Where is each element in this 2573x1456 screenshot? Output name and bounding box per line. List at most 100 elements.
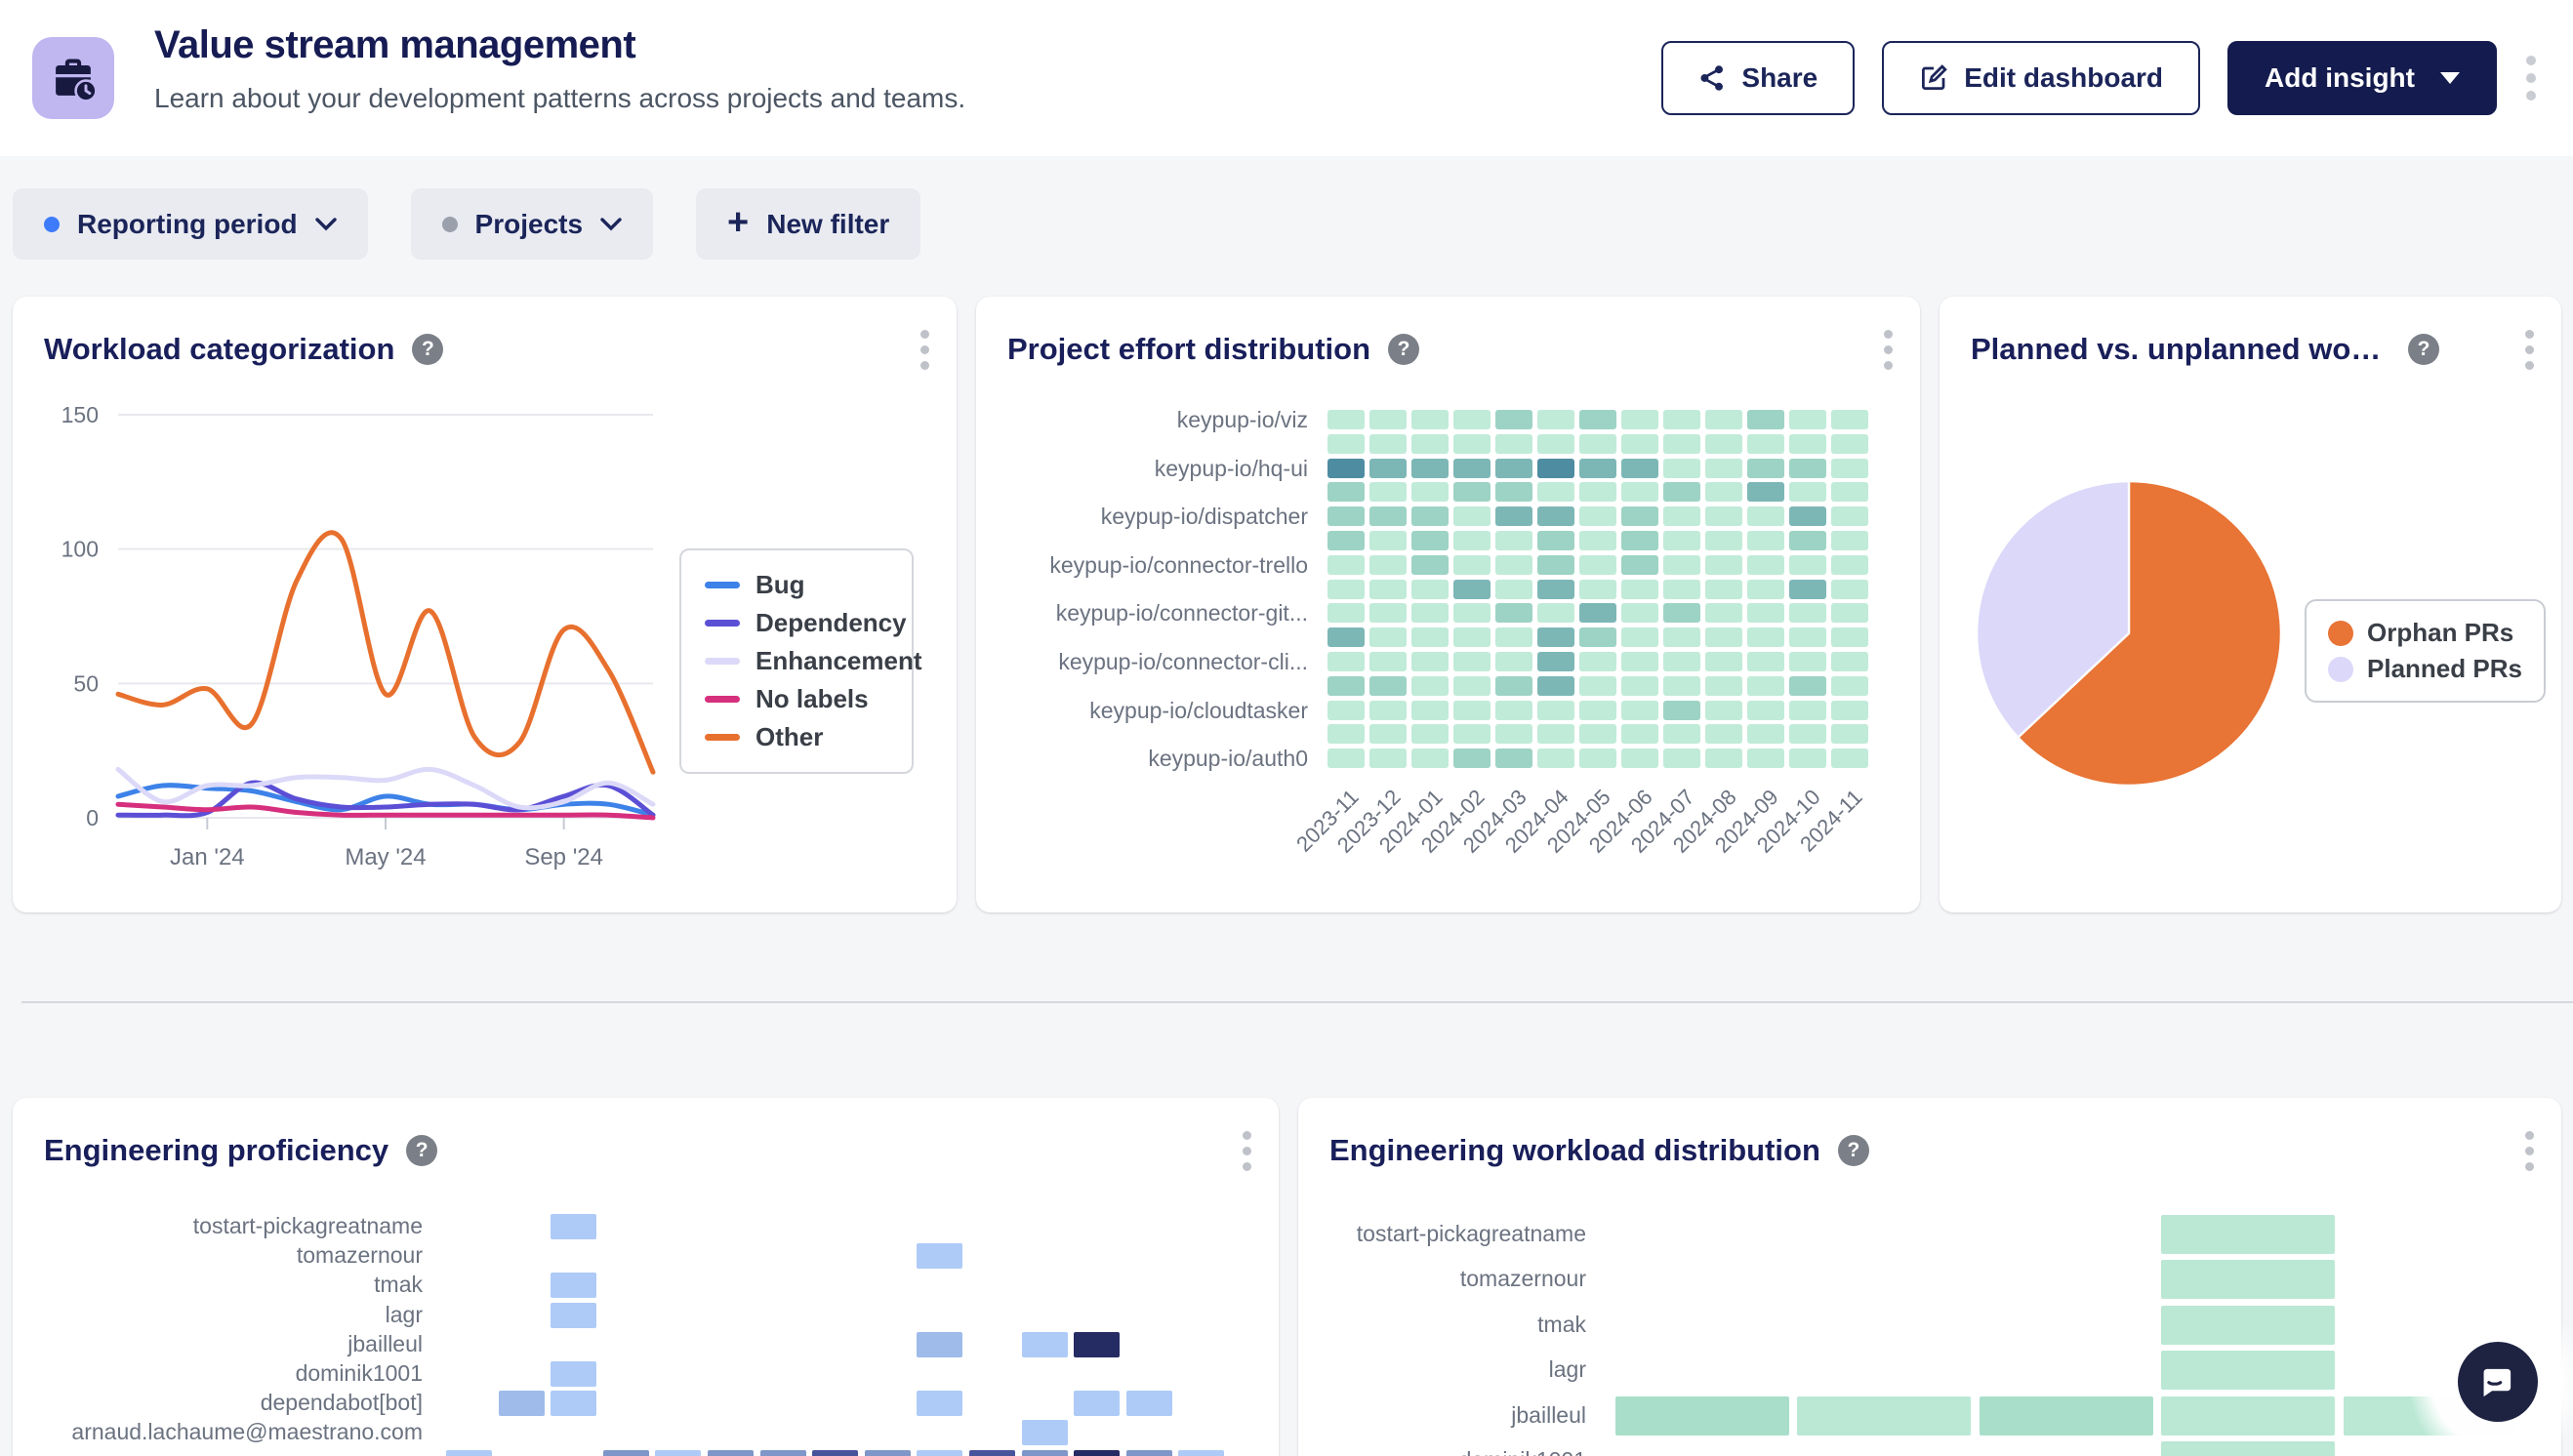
heatmap-cell — [1621, 410, 1658, 429]
section-divider — [21, 1001, 2573, 1003]
line-chart-legend: Bug Dependency Enhancement No labels Oth… — [679, 548, 914, 774]
heatmap-cell — [1789, 531, 1826, 550]
filter-bar: Reporting period Projects + New filter — [13, 188, 2561, 260]
heatmap-cell — [1453, 627, 1491, 647]
legend-label: Dependency — [756, 608, 907, 638]
chat-widget-button[interactable] — [2458, 1342, 2538, 1422]
card-header: Engineering workload distribution ? — [1329, 1127, 2536, 1174]
card-engineering-proficiency: Engineering proficiency ? tostart-pickag… — [13, 1098, 1279, 1456]
card-kebab-menu[interactable] — [2522, 326, 2536, 373]
card-project-effort-distribution: Project effort distribution ? keypup-io/… — [976, 297, 1920, 912]
legend-swatch — [705, 582, 740, 588]
cards-row-1: Workload categorization ? 050100150Jan '… — [13, 297, 2561, 912]
heatmap-cell — [1663, 652, 1700, 671]
heatmap-cell — [1327, 603, 1365, 623]
help-icon[interactable]: ? — [412, 334, 443, 365]
chat-icon — [2477, 1361, 2518, 1402]
filter-reporting-period[interactable]: Reporting period — [13, 188, 368, 260]
heatmap-cell — [1579, 434, 1616, 454]
svg-text:0: 0 — [86, 805, 99, 830]
heatmap-cell — [1537, 410, 1574, 429]
heatmap-cell — [1327, 555, 1365, 575]
heatmap-cell — [1369, 652, 1407, 671]
grid-cell — [499, 1391, 545, 1416]
heatmap-cell — [1579, 748, 1616, 768]
card-kebab-menu[interactable] — [2522, 1127, 2536, 1174]
heatmap-cell — [1327, 652, 1365, 671]
heatmap-cell — [1663, 506, 1700, 526]
header-kebab-menu[interactable] — [2524, 52, 2538, 104]
heatmap-cell — [1495, 410, 1532, 429]
add-insight-button-label: Add insight — [2265, 62, 2415, 94]
heatmap-cell — [1705, 724, 1742, 744]
help-icon[interactable]: ? — [406, 1135, 437, 1166]
filter-projects[interactable]: Projects — [411, 188, 654, 260]
heatmap-cell — [1621, 676, 1658, 696]
heatmap-cell — [1705, 676, 1742, 696]
heatmap-cell — [1453, 482, 1491, 502]
help-icon[interactable]: ? — [1838, 1135, 1869, 1166]
heatmap-cell — [1495, 748, 1532, 768]
grid-cell — [917, 1332, 962, 1357]
add-insight-button[interactable]: Add insight — [2227, 41, 2497, 115]
heatmap-cell — [1327, 506, 1365, 526]
blue-dot-icon — [44, 217, 60, 232]
heatmap-cell — [1411, 459, 1449, 478]
heatmap-cell — [1705, 748, 1742, 768]
legend-item: Bug — [705, 566, 888, 604]
chevron-down-icon — [600, 218, 622, 231]
legend-swatch — [705, 696, 740, 703]
heatmap-cell — [1537, 652, 1574, 671]
heatmap-cell — [1831, 555, 1868, 575]
heatmap-cell — [1495, 724, 1532, 744]
heatmap-cell — [1495, 531, 1532, 550]
grid-cell — [708, 1450, 754, 1456]
heatmap-cell — [1705, 627, 1742, 647]
svg-text:100: 100 — [61, 537, 99, 562]
new-filter-button[interactable]: + New filter — [696, 188, 920, 260]
card-kebab-menu[interactable] — [1881, 326, 1895, 373]
help-icon[interactable]: ? — [1388, 334, 1419, 365]
legend-item: Dependency — [705, 604, 888, 642]
grid-cell — [655, 1450, 701, 1456]
heatmap-cell — [1579, 506, 1616, 526]
heatmap-cell — [1663, 603, 1700, 623]
card-kebab-menu[interactable] — [918, 326, 931, 373]
heatmap-cell — [1453, 434, 1491, 454]
heatmap-cell — [1747, 748, 1784, 768]
heatmap-cell — [1705, 652, 1742, 671]
heatmap-cell — [1579, 724, 1616, 744]
heatmap-cell — [1453, 555, 1491, 575]
heatmap-cell — [1495, 701, 1532, 720]
heatmap-cell — [1621, 652, 1658, 671]
heatmap-cell — [1453, 748, 1491, 768]
heatmap-cell — [1327, 627, 1365, 647]
heatmap-cell — [1537, 459, 1574, 478]
heatmap-cell — [1621, 555, 1658, 575]
heatmap-cell — [1369, 627, 1407, 647]
heatmap-cell — [1537, 555, 1574, 575]
heatmap-cell — [1411, 482, 1449, 502]
heatmap-cell — [1537, 434, 1574, 454]
heatmap-row-label: keypup-io/connector-cli... — [976, 649, 1308, 675]
chevron-down-icon — [315, 218, 337, 231]
card-header: Project effort distribution ? — [1007, 326, 1895, 373]
grid-cell — [1022, 1332, 1068, 1357]
grid-cell — [917, 1391, 962, 1416]
edit-dashboard-button[interactable]: Edit dashboard — [1882, 41, 2200, 115]
heatmap-cell — [1369, 482, 1407, 502]
card-kebab-menu[interactable] — [1240, 1127, 1253, 1174]
heatmap-cell — [1369, 434, 1407, 454]
share-button[interactable]: Share — [1661, 41, 1855, 115]
heatmap-cell — [1369, 410, 1407, 429]
heatmap-cell — [1831, 531, 1868, 550]
dashboard-page: Value stream management Learn about your… — [0, 0, 2573, 1456]
heatmap-cell — [1411, 580, 1449, 599]
legend-swatch — [2328, 657, 2353, 682]
grid-cell — [969, 1450, 1015, 1456]
legend-label: Planned PRs — [2367, 654, 2522, 684]
heatmap-cell — [1747, 410, 1784, 429]
help-icon[interactable]: ? — [2408, 334, 2439, 365]
heatmap-cell — [1579, 482, 1616, 502]
legend-swatch — [2328, 621, 2353, 646]
